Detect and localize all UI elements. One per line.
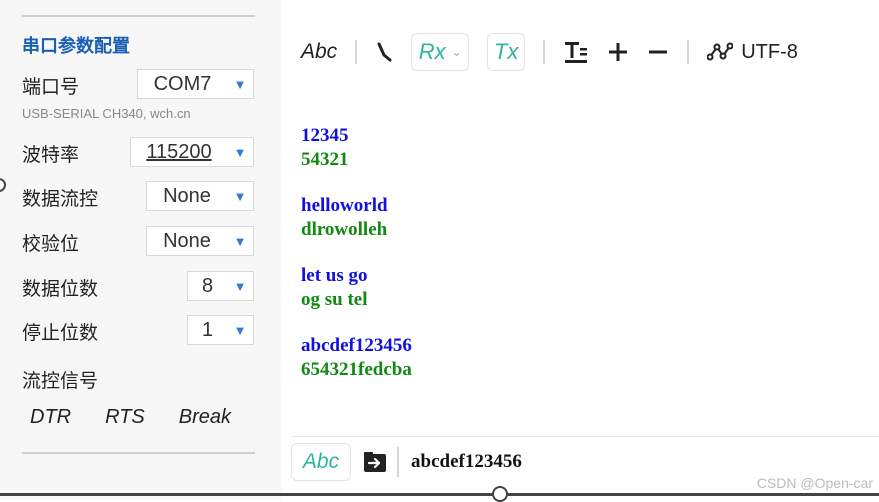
sent-message: 12345 [301, 125, 349, 146]
received-message: og su tel [301, 289, 368, 310]
timestamp-icon[interactable] [375, 41, 393, 63]
sent-message: let us go [301, 265, 368, 286]
terminal-log: 12345 54321 helloworld dlrowolleh let us… [301, 124, 412, 404]
flow-control-label: 数据流控 [22, 188, 99, 210]
baud-select[interactable]: 115200 ▼ [130, 137, 254, 167]
stop-bits-select[interactable]: 1 ▼ [187, 315, 254, 345]
rx-filter-button[interactable]: Rx ⌄ [411, 33, 470, 71]
dtr-button[interactable]: DTR [30, 406, 71, 429]
parity-value: None [163, 229, 211, 252]
break-button[interactable]: Break [179, 406, 231, 429]
stop-bits-value: 1 [201, 318, 214, 341]
input-divider [397, 447, 399, 477]
input-mode-button[interactable]: Abc [291, 443, 351, 481]
baud-value: 115200 [146, 140, 212, 163]
zoom-out-icon[interactable] [647, 41, 669, 63]
flow-signal-buttons: DTR RTS Break [30, 406, 265, 429]
serial-config-panel: 串口参数配置 端口号 COM7 ▼ USB-SERIAL CH340, wch.… [0, 0, 281, 500]
sent-message: abcdef123456 [301, 335, 412, 356]
flow-control-select[interactable]: None ▼ [146, 181, 254, 211]
zoom-in-icon[interactable] [607, 41, 629, 63]
rx-label: Rx [418, 39, 446, 64]
list-item: abcdef123456 654321fedcba [301, 334, 412, 382]
send-icon[interactable] [363, 451, 387, 473]
flow-control-value: None [163, 184, 211, 207]
dropdown-arrow-icon: ▼ [233, 188, 247, 204]
port-description: USB-SERIAL CH340, wch.cn [22, 106, 191, 121]
list-item: helloworld dlrowolleh [301, 194, 412, 242]
data-bits-select[interactable]: 8 ▼ [187, 271, 254, 301]
parity-select[interactable]: None ▼ [146, 226, 254, 256]
text-format-icon[interactable] [563, 39, 589, 65]
section-title: 串口参数配置 [22, 36, 130, 57]
dropdown-arrow-icon: ▼ [233, 278, 247, 294]
text-mode-button[interactable]: Abc [301, 40, 337, 64]
horizontal-splitter[interactable] [0, 493, 879, 496]
received-message: dlrowolleh [301, 219, 388, 240]
baud-label: 波特率 [22, 144, 80, 166]
stop-bits-label: 停止位数 [22, 322, 99, 344]
send-input[interactable] [409, 445, 853, 479]
watermark: CSDN @Open-car [756, 475, 873, 491]
divider [22, 452, 255, 454]
list-item: let us go og su tel [301, 264, 412, 312]
toolbar-divider [687, 40, 690, 64]
sent-message: helloworld [301, 195, 388, 216]
tx-label: Tx [493, 39, 519, 64]
divider [22, 15, 255, 17]
toolbar-divider [543, 40, 546, 64]
data-bits-value: 8 [201, 274, 214, 297]
encoding-label[interactable]: UTF-8 [741, 41, 798, 64]
rts-button[interactable]: RTS [105, 406, 145, 429]
chevron-down-icon: ⌄ [451, 45, 462, 59]
dropdown-arrow-icon: ▼ [233, 76, 247, 92]
port-value: COM7 [153, 72, 212, 95]
port-select[interactable]: COM7 ▼ [137, 69, 254, 99]
flow-signals-label: 流控信号 [22, 370, 99, 392]
dropdown-arrow-icon: ▼ [233, 322, 247, 338]
dropdown-arrow-icon: ▼ [233, 144, 247, 160]
encoding-icon[interactable] [707, 42, 734, 62]
list-item: 12345 54321 [301, 124, 412, 172]
parity-label: 校验位 [22, 233, 80, 255]
port-label: 端口号 [22, 76, 80, 98]
dropdown-arrow-icon: ▼ [233, 233, 247, 249]
toolbar-divider [355, 40, 358, 64]
tx-filter-button[interactable]: Tx [487, 33, 526, 71]
received-message: 54321 [301, 149, 349, 170]
terminal-area: Abc Rx ⌄ Tx UTF-8 12345 54321 helloworld… [281, 0, 879, 500]
terminal-toolbar: Abc Rx ⌄ Tx UTF-8 [301, 30, 816, 74]
received-message: 654321fedcba [301, 359, 412, 380]
data-bits-label: 数据位数 [22, 278, 99, 300]
